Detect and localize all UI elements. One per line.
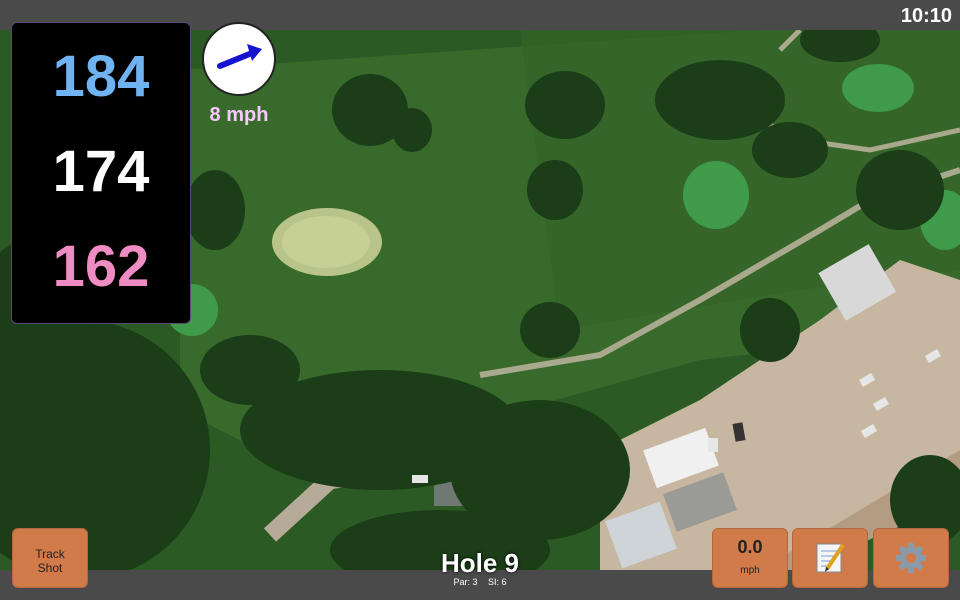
clock: 10:10	[900, 5, 952, 27]
track-shot-button[interactable]: Track Shot	[12, 528, 88, 588]
hole-par: Par: 3	[453, 577, 478, 587]
hole-title: Hole 9	[440, 548, 520, 578]
hole-stroke-index: SI: 6	[488, 577, 507, 587]
distance-front: 162	[52, 234, 150, 299]
arrow-icon	[217, 44, 262, 69]
wind-speed: 8 mph	[209, 104, 269, 126]
track-shot-label-2: Shot	[37, 561, 63, 575]
distance-middle: 174	[52, 139, 150, 204]
distance-back: 184	[52, 44, 150, 109]
distance-panel: 184 174 162	[11, 22, 191, 324]
hole-details: Par: 3 SI: 6	[380, 577, 580, 587]
settings-button[interactable]	[873, 528, 949, 588]
track-shot-label-1: Track	[35, 547, 65, 561]
wind-indicator	[202, 22, 276, 96]
speed-value: 0.0	[737, 537, 763, 557]
scorecard-notes-button[interactable]	[792, 528, 868, 588]
speed-button[interactable]: 0.0 mph	[712, 528, 788, 588]
notepad-icon	[816, 543, 845, 573]
speed-unit: mph	[740, 565, 760, 576]
gear-icon	[896, 543, 926, 573]
